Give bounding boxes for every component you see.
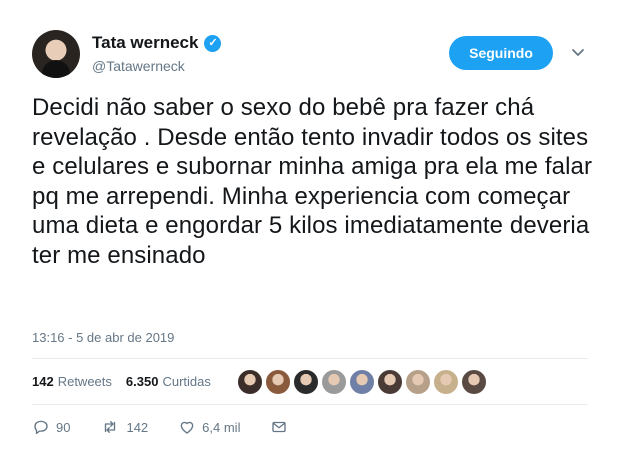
retweets-label: Retweets [57,374,112,389]
following-button[interactable]: Seguindo [449,36,553,70]
retweet-button[interactable]: 142 [100,418,148,436]
tweet-stats: 142 Retweets 6.350 Curtidas [32,374,221,389]
tweet-text: Decidi não saber o sexo do bebê pra faze… [32,94,593,269]
chevron-down-icon[interactable] [570,44,586,60]
envelope-icon [272,421,287,433]
likers-avatars [237,369,487,395]
reply-button[interactable]: 90 [32,418,70,436]
verified-badge-icon: ✓ [204,34,222,52]
retweets-stat[interactable]: 142 Retweets [32,374,112,389]
tweet-actions: 90 142 6,4 mil [32,418,318,436]
divider [32,358,588,359]
tweet-timestamp[interactable]: 13:16 - 5 de abr de 2019 [32,330,174,345]
heart-icon [180,421,194,434]
divider [32,404,588,405]
liker-avatar[interactable] [433,369,459,395]
like-button[interactable]: 6,4 mil [178,418,240,436]
retweets-count: 142 [32,374,54,389]
retweet-count: 142 [126,419,149,435]
likes-stat[interactable]: 6.350 Curtidas [126,374,211,389]
author-name[interactable]: Tata werneck [92,33,198,53]
reply-icon [34,420,48,435]
avatar[interactable] [32,30,80,78]
liker-avatar[interactable] [377,369,403,395]
liker-avatar[interactable] [461,369,487,395]
liker-avatar[interactable] [237,369,263,395]
liker-avatar[interactable] [265,369,291,395]
likes-label: Curtidas [162,374,211,389]
likes-count: 6.350 [125,374,159,389]
author-name-row[interactable]: Tata werneck ✓ [92,33,222,53]
like-count: 6,4 mil [202,419,241,435]
retweet-icon [105,421,116,433]
liker-avatar[interactable] [405,369,431,395]
liker-avatar[interactable] [321,369,347,395]
direct-message-button[interactable] [270,418,288,436]
liker-avatar[interactable] [293,369,319,395]
liker-avatar[interactable] [349,369,375,395]
author-handle[interactable]: @Tatawerneck [92,58,185,74]
reply-count: 90 [56,419,71,435]
